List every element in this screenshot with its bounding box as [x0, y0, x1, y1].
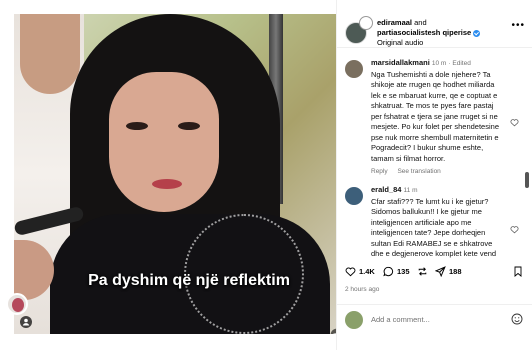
- like-comment-heart-icon[interactable]: [510, 225, 519, 234]
- comment-edited: · Edited: [448, 60, 471, 67]
- coauthor-avatar[interactable]: [359, 16, 373, 30]
- repost-icon: [418, 267, 427, 276]
- add-comment-bar: Add a comment...: [337, 304, 532, 334]
- comment-action[interactable]: 135: [383, 266, 410, 277]
- speaker-eye-right: [178, 122, 200, 130]
- post-time: 2 hours ago: [345, 286, 380, 293]
- like-comment-heart-icon[interactable]: [510, 118, 519, 127]
- commenter-avatar[interactable]: [345, 187, 363, 205]
- commenter-username[interactable]: marsidallakmani: [371, 58, 430, 67]
- comment-text: Cfar stafi??? Te lumt ku i ke gjetur? Si…: [371, 196, 497, 259]
- user-tag-icon[interactable]: [20, 316, 32, 328]
- comment-icon: [383, 266, 394, 277]
- profile-avatar-overlay[interactable]: [6, 293, 28, 315]
- repost-action[interactable]: [417, 266, 428, 277]
- speaker-eye-left: [126, 122, 148, 130]
- media-pane: Pa dyshim që një reflektim: [0, 0, 336, 350]
- bookmark-icon: [514, 266, 522, 277]
- and-text: and: [414, 18, 427, 27]
- comments-list: marsidallakmani 10 m · Edited Nga Tushem…: [337, 50, 523, 258]
- more-dots-icon[interactable]: •••: [511, 20, 525, 31]
- verified-badge-icon: [473, 29, 481, 37]
- commenter-username[interactable]: erald_84: [371, 185, 401, 194]
- add-comment-input[interactable]: Add a comment...: [371, 315, 430, 324]
- speaker-lips: [152, 179, 182, 189]
- share-count: 188: [449, 267, 462, 276]
- comment-time: 10 m: [431, 60, 447, 67]
- post-header: ediramaal and partiasocialistesh qiperis…: [337, 0, 532, 48]
- like-action[interactable]: 1.4K: [345, 266, 375, 277]
- see-translation-button[interactable]: See translation: [397, 168, 440, 175]
- speaker-face: [109, 72, 219, 212]
- author-username[interactable]: ediramaal: [377, 18, 412, 27]
- comment-item: marsidallakmani 10 m · Edited Nga Tushem…: [337, 58, 523, 175]
- comment-time: 11 m: [403, 187, 418, 194]
- post-panel: ediramaal and partiasocialistesh qiperis…: [336, 0, 532, 350]
- video-player[interactable]: Pa dyshim që një reflektim: [14, 14, 336, 334]
- current-user-avatar: [345, 311, 363, 329]
- send-icon: [435, 266, 446, 277]
- like-count: 1.4K: [359, 267, 375, 276]
- post-actions: 1.4K 135 188: [337, 262, 532, 284]
- coauthor-username[interactable]: partiasocialistesh qiperise: [377, 28, 471, 37]
- comment-text: Nga Tushemishti a dole njehere? Ta shiko…: [371, 69, 499, 163]
- comment-item: erald_84 11 m Cfar stafi??? Te lumt ku i…: [337, 185, 523, 258]
- audio-label[interactable]: Original audio: [377, 38, 480, 48]
- reply-button[interactable]: Reply: [371, 168, 388, 175]
- comment-count: 135: [397, 267, 410, 276]
- video-caption: Pa dyshim që një reflektim: [88, 272, 290, 289]
- emoji-icon[interactable]: [511, 313, 523, 325]
- share-action[interactable]: 188: [435, 266, 462, 277]
- scrollbar[interactable]: [525, 172, 529, 188]
- heart-icon: [345, 267, 356, 277]
- commenter-avatar[interactable]: [345, 60, 363, 78]
- save-action[interactable]: [513, 266, 523, 277]
